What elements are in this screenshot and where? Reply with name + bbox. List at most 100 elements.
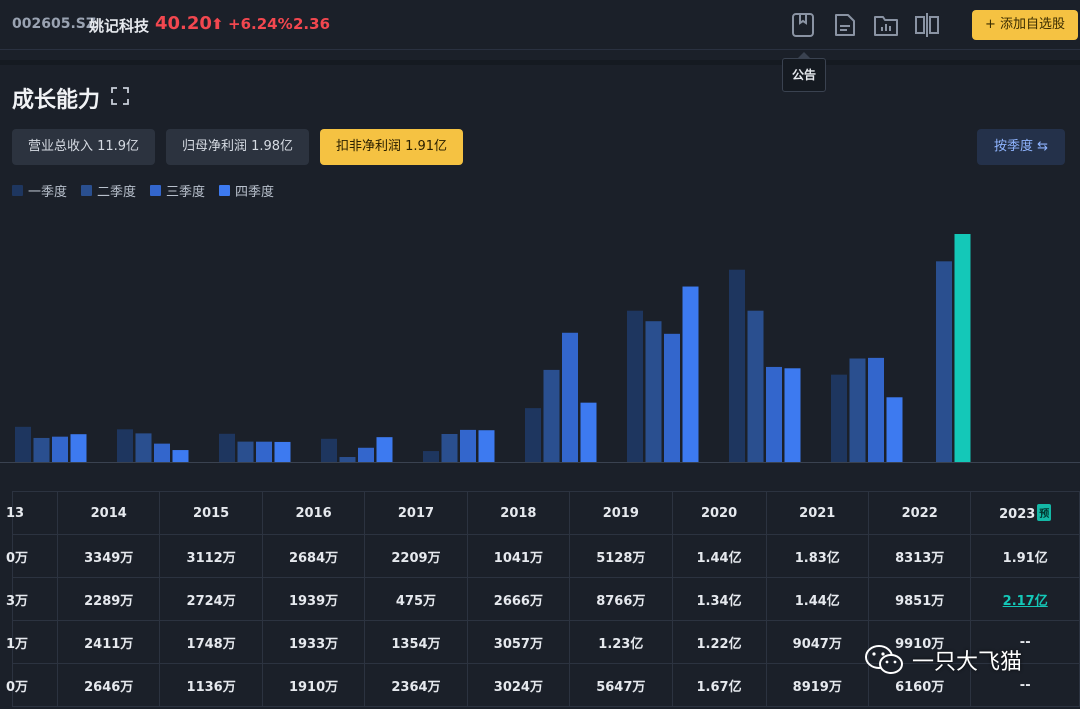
legend-q1[interactable]: 一季度 — [12, 181, 67, 200]
bar-2021-q4[interactable] — [784, 368, 801, 462]
folder-chart-icon[interactable] — [873, 12, 899, 38]
bar-2019-q2[interactable] — [543, 369, 560, 462]
bar-2022-q4[interactable] — [886, 397, 903, 462]
compare-icon[interactable] — [914, 12, 940, 38]
document-icon[interactable] — [833, 12, 857, 38]
table-cell: 3057万 — [466, 620, 571, 664]
bar-2023-q1[interactable] — [936, 261, 952, 462]
bar-2021-q1[interactable] — [729, 269, 745, 462]
bar-2016-q1[interactable] — [219, 433, 235, 462]
watermark-text: 一只大飞猫 — [912, 650, 1023, 675]
bar-2016-q2[interactable] — [237, 441, 254, 462]
table-cell: 8919万 — [765, 663, 869, 707]
bar-2018-q1[interactable] — [423, 451, 439, 462]
legend-label: 二季度 — [97, 184, 137, 200]
season-toggle-button[interactable]: 按季度 ⇆ — [977, 129, 1065, 165]
bar-2015-q2[interactable] — [135, 433, 152, 462]
table-row: 0万 3349万 3112万 2684万 2209万 1041万 5128万 1.44亿 1.8… — [6, 534, 1080, 578]
table-cell: 9851万 — [867, 577, 972, 621]
bar-2014-q3[interactable] — [52, 436, 68, 462]
table-cell: 1.44亿 — [765, 577, 869, 621]
bar-2020-q4[interactable] — [682, 286, 699, 462]
table-cell: 5128万 — [569, 534, 673, 578]
table-cell: 3112万 — [159, 534, 263, 578]
table-header-cell: 2021 — [765, 491, 869, 535]
chart-legend: 一季度 二季度 三季度 四季度 — [12, 181, 275, 200]
table-cell: 0万 — [6, 663, 58, 707]
bookmark-icon[interactable] — [791, 12, 815, 38]
table-cell: 3万 — [6, 577, 58, 621]
table-cell: 475万 — [364, 577, 468, 621]
table-header-cell: 2018 — [466, 491, 571, 535]
table-cell: 0万 — [6, 534, 58, 578]
bar-2015-q1[interactable] — [117, 429, 133, 462]
bar-2015-q3[interactable] — [154, 443, 170, 462]
legend-q4[interactable]: 四季度 — [219, 181, 275, 200]
bar-2020-q1[interactable] — [627, 310, 643, 462]
bar-2018-q3[interactable] — [460, 429, 476, 462]
bar-2014-q2[interactable] — [33, 437, 50, 462]
bar-2023-q2[interactable] — [954, 234, 971, 462]
table-cell: 3349万 — [56, 534, 161, 578]
table-header-cell: 2020 — [671, 491, 767, 535]
table-cell: 1.23亿 — [569, 620, 673, 664]
forecast-link[interactable]: 2.17亿 — [1003, 594, 1048, 609]
table-cell: 2646万 — [56, 663, 161, 707]
table-cell: 2364万 — [364, 663, 468, 707]
bar-2021-q2[interactable] — [747, 310, 764, 462]
top-bar: 002605.SZ 姚记科技 40.20 ⬆ +6.24% 2.36 + 添加自… — [0, 0, 1080, 50]
table-cell: 1354万 — [364, 620, 468, 664]
bar-2020-q3[interactable] — [664, 333, 680, 462]
bar-2017-q2[interactable] — [339, 457, 356, 462]
bar-2018-q2[interactable] — [441, 433, 458, 462]
table-header-row: 13 2014 2015 2016 2017 2018 2019 2020 20… — [6, 491, 1080, 535]
bar-2022-q2[interactable] — [849, 358, 866, 462]
stock-code: 002605.SZ — [12, 16, 96, 32]
table-header-cell: 2017 — [364, 491, 468, 535]
bar-2021-q3[interactable] — [766, 366, 782, 462]
tab-deducted-net-profit[interactable]: 扣非净利润 1.91亿 — [320, 129, 463, 165]
announcement-tooltip: 公告 — [782, 58, 826, 92]
bar-2019-q1[interactable] — [525, 408, 541, 462]
table-cell: 1748万 — [159, 620, 263, 664]
table-cell: 2724万 — [159, 577, 263, 621]
tab-net-profit[interactable]: 归母净利润 1.98亿 — [166, 129, 309, 165]
bar-2014-q1[interactable] — [15, 426, 31, 462]
table-cell: 5647万 — [569, 663, 673, 707]
bar-2017-q3[interactable] — [358, 447, 374, 462]
forecast-badge: 预 — [1037, 504, 1052, 521]
legend-label: 三季度 — [166, 184, 206, 200]
bar-2016-q3[interactable] — [256, 441, 272, 462]
expand-icon[interactable] — [110, 86, 130, 106]
bar-2017-q1[interactable] — [321, 438, 337, 462]
watermark: 一只大飞猫 — [864, 640, 1022, 680]
table-cell: 2209万 — [364, 534, 468, 578]
change-percent: +6.24% — [228, 15, 293, 33]
legend-q2[interactable]: 二季度 — [81, 181, 137, 200]
table-header-cell: 13 — [6, 491, 58, 535]
legend-q3[interactable]: 三季度 — [150, 181, 206, 200]
legend-swatch — [150, 184, 162, 196]
add-watchlist-button[interactable]: + 添加自选股 — [972, 10, 1078, 40]
bar-2022-q1[interactable] — [831, 374, 847, 462]
table-cell: 1.83亿 — [765, 534, 869, 578]
bar-2019-q3[interactable] — [562, 332, 578, 462]
table-cell: 1136万 — [159, 663, 263, 707]
bar-2015-q4[interactable] — [172, 450, 189, 462]
legend-swatch — [81, 184, 93, 196]
bar-2014-q4[interactable] — [70, 434, 87, 462]
change-value: 2.36 — [293, 15, 331, 33]
up-arrow-icon: ⬆ — [211, 15, 224, 33]
bar-2020-q2[interactable] — [645, 321, 662, 462]
bar-2019-q4[interactable] — [580, 402, 597, 462]
bar-2017-q4[interactable] — [376, 437, 393, 462]
table-cell: 1939万 — [261, 577, 366, 621]
bar-2018-q4[interactable] — [478, 430, 495, 462]
table-cell: 2666万 — [466, 577, 571, 621]
table-cell: 1万 — [6, 620, 58, 664]
bar-2016-q4[interactable] — [274, 441, 291, 462]
bar-2022-q3[interactable] — [868, 357, 884, 462]
tab-revenue[interactable]: 营业总收入 11.9亿 — [12, 129, 155, 165]
table-cell: 3024万 — [466, 663, 571, 707]
legend-label: 四季度 — [235, 184, 275, 200]
